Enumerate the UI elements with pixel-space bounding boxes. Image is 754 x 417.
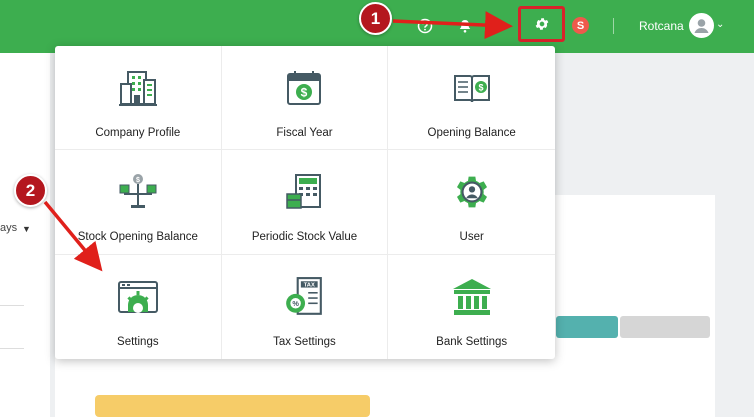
menu-item-bank-settings[interactable]: Bank Settings — [388, 255, 555, 359]
background-secondary-button — [620, 316, 710, 338]
notification-bell-icon[interactable] — [455, 16, 475, 36]
svg-text:$: $ — [301, 86, 308, 100]
menu-item-label: Opening Balance — [427, 127, 516, 139]
step-marker-2: 2 — [14, 174, 47, 207]
settings-dropdown-menu: Company Profile $ Fiscal Year $ Opening … — [55, 46, 555, 359]
gear-icon — [534, 16, 550, 32]
divider — [0, 348, 24, 349]
stock-calculator-icon — [282, 170, 326, 214]
divider — [613, 18, 614, 34]
menu-item-label: Settings — [117, 335, 159, 348]
menu-item-label: Stock Opening Balance — [77, 231, 198, 244]
background-primary-button — [556, 316, 618, 338]
menu-item-label: Periodic Stock Value — [251, 231, 358, 244]
menu-item-label: Company Profile — [95, 127, 181, 139]
menu-item-opening-balance[interactable]: $ Opening Balance — [388, 46, 555, 151]
user-name[interactable]: Rotcana — [639, 19, 684, 33]
menu-item-label: User — [459, 231, 484, 244]
company-building-icon — [116, 66, 160, 110]
svg-text:$: $ — [136, 177, 140, 184]
settings-gear-button[interactable] — [518, 6, 565, 42]
app-switcher-badge[interactable]: S — [572, 17, 589, 34]
user-gear-icon — [450, 170, 494, 214]
window-gear-icon — [116, 275, 160, 319]
menu-item-fiscal-year[interactable]: $ Fiscal Year — [221, 46, 389, 151]
help-icon[interactable] — [415, 16, 435, 36]
menu-item-company-profile[interactable]: Company Profile — [55, 46, 222, 151]
menu-item-tax-settings[interactable]: TAX % Tax Settings — [222, 254, 389, 359]
avatar[interactable] — [689, 13, 714, 38]
bank-building-icon — [450, 275, 494, 319]
menu-item-user[interactable]: User — [388, 150, 555, 255]
stock-scale-icon: $ — [116, 170, 160, 214]
divider — [0, 305, 24, 306]
svg-text:TAX: TAX — [304, 282, 315, 288]
svg-text:%: % — [293, 299, 300, 308]
menu-item-settings[interactable]: Settings — [55, 254, 222, 359]
step-marker-1: 1 — [359, 2, 392, 35]
menu-item-label: Bank Settings — [436, 335, 508, 348]
menu-item-label: Tax Settings — [273, 335, 336, 348]
menu-item-periodic-stock-value[interactable]: Periodic Stock Value — [221, 150, 389, 255]
tax-document-icon: TAX % — [282, 275, 326, 319]
caret-down-icon[interactable]: ▼ — [22, 224, 31, 234]
menu-item-stock-opening-balance[interactable]: $ Stock Opening Balance — [55, 150, 222, 255]
background-highlight — [95, 395, 370, 417]
svg-text:$: $ — [478, 83, 483, 93]
chevron-down-icon[interactable]: ⌄ — [716, 19, 724, 30]
left-panel — [0, 53, 50, 417]
filter-partial-label: ays — [0, 222, 18, 234]
ledger-book-dollar-icon: $ — [450, 66, 494, 110]
calendar-dollar-icon: $ — [282, 66, 326, 110]
menu-item-label: Fiscal Year — [276, 127, 333, 139]
